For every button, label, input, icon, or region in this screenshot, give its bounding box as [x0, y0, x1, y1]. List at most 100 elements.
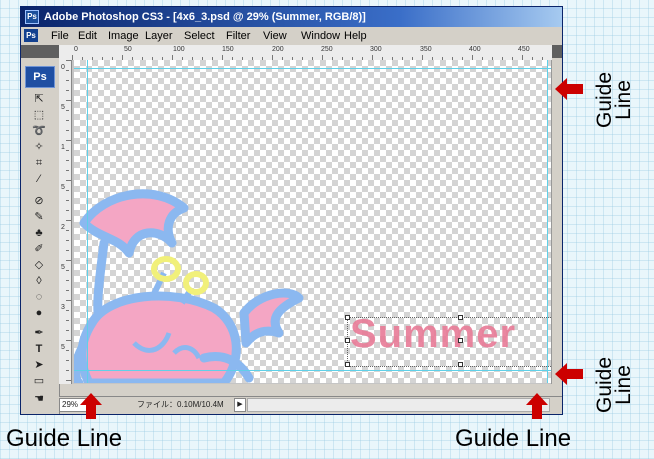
brush-tool-icon[interactable]: ✎ — [29, 210, 49, 225]
ruler-tick — [66, 230, 69, 231]
horizontal-scrollbar[interactable] — [247, 398, 550, 412]
ruler-tick — [66, 60, 71, 61]
ruler-tick — [66, 210, 69, 211]
menu-view[interactable]: View — [263, 30, 287, 42]
ruler-label: 2 — [61, 224, 65, 231]
marquee-tool-icon[interactable]: ⬚ — [29, 108, 49, 123]
arrow-left-icon — [555, 78, 583, 100]
shape-tool-icon[interactable]: ▭ — [29, 374, 49, 389]
menu-image[interactable]: Image — [108, 30, 139, 42]
ruler-tick — [66, 260, 71, 261]
photoshop-app-icon: Ps — [25, 10, 39, 24]
transform-handle[interactable] — [345, 338, 350, 343]
eraser-tool-icon[interactable]: ◇ — [29, 258, 49, 273]
ruler-label: 5 — [61, 264, 65, 271]
ruler-label: 200 — [272, 46, 284, 53]
ruler-tick — [66, 130, 69, 131]
menu-help[interactable]: Help — [344, 30, 367, 42]
menu-window[interactable]: Window — [301, 30, 340, 42]
blur-tool-icon[interactable]: ◌ — [29, 290, 49, 305]
document-workspace: Summer — [72, 60, 554, 384]
ruler-label: 0 — [61, 64, 65, 71]
guide-line-left[interactable] — [87, 60, 88, 383]
vertical-ruler[interactable]: 0 5 1 5 2 5 3 5 — [59, 60, 72, 384]
eyedropper-tool-icon[interactable]: ⁄ — [29, 172, 49, 187]
tools-panel: Ps ⇱ ⬚ ➰ ✧ ⌗ ⁄ ⊘ ✎ ♣ ✐ ◇ ◊ ◌ ● ✒ T ➤ ▭ ☚ — [21, 58, 60, 414]
menu-filter[interactable]: Filter — [226, 30, 250, 42]
ruler-tick — [66, 200, 69, 201]
dodge-tool-icon[interactable]: ● — [29, 306, 49, 321]
photoshop-menu-icon[interactable]: Ps — [24, 29, 38, 42]
ruler-tick — [66, 150, 69, 151]
window-title: Adobe Photoshop CS3 - [4x6_3.psd @ 29% (… — [44, 11, 366, 23]
ruler-label: 400 — [469, 46, 481, 53]
menu-bar: Ps File Edit Image Layer Select Filter V… — [21, 27, 562, 45]
document-canvas[interactable]: Summer — [74, 60, 554, 383]
crop-tool-icon[interactable]: ⌗ — [29, 156, 49, 171]
arrow-up-icon — [526, 393, 548, 419]
clone-stamp-tool-icon[interactable]: ♣ — [29, 226, 49, 241]
guide-line-callout-bottom-right: Guide Line — [593, 356, 635, 413]
ruler-tick — [66, 170, 69, 171]
ruler-tick — [66, 380, 71, 381]
menu-select[interactable]: Select — [184, 30, 215, 42]
ruler-label: 50 — [124, 46, 132, 53]
summer-text-layer[interactable]: Summer — [350, 312, 516, 357]
transform-handle[interactable] — [345, 362, 350, 367]
menu-layer[interactable]: Layer — [145, 30, 173, 42]
path-selection-tool-icon[interactable]: ➤ — [29, 358, 49, 373]
ruler-tick — [66, 320, 69, 321]
ruler-tick — [66, 110, 69, 111]
transform-handle[interactable] — [458, 362, 463, 367]
ruler-tick — [66, 340, 71, 341]
menu-edit[interactable]: Edit — [78, 30, 97, 42]
history-brush-tool-icon[interactable]: ✐ — [29, 242, 49, 257]
healing-brush-tool-icon[interactable]: ⊘ — [29, 194, 49, 209]
menu-file[interactable]: File — [51, 30, 69, 42]
guide-line-bottom[interactable] — [74, 370, 552, 371]
ruler-label: 5 — [61, 104, 65, 111]
transform-handle[interactable] — [458, 338, 463, 343]
vertical-scrollbar[interactable] — [551, 60, 562, 384]
lasso-tool-icon[interactable]: ➰ — [29, 124, 49, 139]
ruler-tick — [66, 90, 69, 91]
arrow-up-icon — [80, 393, 102, 419]
magic-wand-tool-icon[interactable]: ✧ — [29, 140, 49, 155]
ruler-tick — [66, 290, 69, 291]
ruler-tick — [66, 330, 69, 331]
ruler-label: 5 — [61, 344, 65, 351]
status-menu-arrow-icon[interactable]: ▶ — [234, 398, 246, 412]
paint-bucket-tool-icon[interactable]: ◊ — [29, 274, 49, 289]
transform-handle[interactable] — [458, 315, 463, 320]
guide-line-right[interactable] — [547, 60, 548, 383]
horizontal-ruler[interactable]: 0 50 100 150 200 250 300 350 400 450 — [59, 45, 552, 61]
pen-tool-icon[interactable]: ✒ — [29, 326, 49, 341]
ruler-tick — [66, 360, 69, 361]
type-tool-icon[interactable]: T — [29, 342, 49, 357]
ruler-tick — [66, 70, 69, 71]
ruler-tick — [66, 220, 71, 221]
transform-handle[interactable] — [345, 315, 350, 320]
ps-logo: Ps — [25, 66, 55, 88]
ruler-tick — [66, 350, 69, 351]
guide-line-callout-top-right: Guide Line — [593, 71, 635, 128]
ruler-tick — [66, 280, 69, 281]
title-bar[interactable]: Ps Adobe Photoshop CS3 - [4x6_3.psd @ 29%… — [21, 7, 562, 27]
ruler-label: 100 — [173, 46, 185, 53]
ruler-label: 1 — [61, 144, 65, 151]
move-tool-icon[interactable]: ⇱ — [29, 92, 49, 107]
arrow-left-icon — [555, 363, 583, 385]
ruler-label: 250 — [321, 46, 333, 53]
photoshop-window: Ps Adobe Photoshop CS3 - [4x6_3.psd @ 29%… — [20, 6, 563, 415]
ruler-tick — [66, 180, 71, 181]
status-bar: 29% ファイル：0.10M/10.4M ▶ — [59, 396, 562, 412]
ruler-tick — [66, 80, 69, 81]
hand-tool-icon[interactable]: ☚ — [29, 392, 49, 407]
crab-illustration — [74, 189, 304, 383]
ruler-label: 3 — [61, 304, 65, 311]
guide-line-top[interactable] — [74, 68, 552, 69]
ruler-tick — [66, 370, 69, 371]
ruler-label: 350 — [420, 46, 432, 53]
ruler-tick — [66, 300, 71, 301]
ruler-tick — [66, 240, 69, 241]
